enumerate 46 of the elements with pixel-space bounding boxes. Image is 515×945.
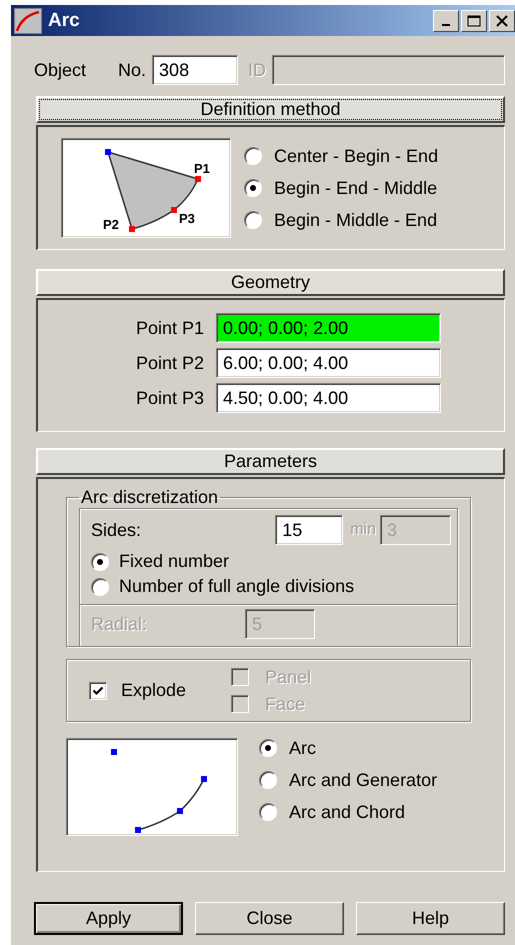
text-field[interactable]: 6.00; 0.00; 4.00 <box>216 348 441 378</box>
text-field[interactable]: 4.50; 0.00; 4.00 <box>216 383 441 413</box>
point-label: P3 <box>179 211 195 226</box>
text-field[interactable]: 0.00; 0.00; 2.00 <box>216 313 441 343</box>
point-label: P1 <box>194 161 210 176</box>
close-button[interactable] <box>489 10 515 32</box>
checkbox[interactable] <box>89 682 107 700</box>
group-title: Arc discretization <box>80 488 220 508</box>
minimize-button[interactable] <box>433 10 459 32</box>
minimize-icon <box>442 24 450 26</box>
radio-label[interactable]: Arc and Generator <box>289 770 438 790</box>
number-label: No. <box>118 60 146 80</box>
point-label: Point P2 <box>134 352 204 374</box>
radio-button[interactable] <box>91 578 109 596</box>
text-field[interactable]: 15 <box>275 515 344 545</box>
section-header[interactable]: Definition method <box>36 96 505 123</box>
maximize-button[interactable] <box>461 10 487 32</box>
radio-label[interactable]: Begin - End - Middle <box>274 178 438 198</box>
window-title: Arc <box>48 10 81 32</box>
radio-button[interactable] <box>259 739 277 757</box>
radio-button[interactable] <box>244 179 262 197</box>
radio-button[interactable] <box>244 211 262 229</box>
point-label: Point P3 <box>134 388 204 408</box>
radio-label[interactable]: Arc and Chord <box>289 802 406 822</box>
radio-label[interactable]: Begin - Middle - End <box>274 210 438 230</box>
arc-icon <box>14 8 42 34</box>
radio-label[interactable]: Fixed number <box>119 551 230 572</box>
dialog-button[interactable]: Close <box>195 902 344 935</box>
section-header[interactable]: Geometry <box>36 269 505 296</box>
text-field[interactable]: 308 <box>152 55 238 85</box>
section-header[interactable]: Parameters <box>36 448 505 475</box>
radio-button[interactable] <box>259 771 277 789</box>
point-label: P2 <box>103 217 119 232</box>
point-label: Point P1 <box>134 318 204 338</box>
radio-button[interactable] <box>91 552 109 570</box>
radio-label[interactable]: Arc <box>289 738 316 758</box>
object-label: Object <box>34 60 86 80</box>
dialog-button[interactable]: Apply <box>34 902 184 935</box>
check-icon <box>92 684 104 696</box>
radio-button[interactable] <box>259 803 277 821</box>
checkbox-label[interactable]: Explode <box>121 680 186 701</box>
radio-button[interactable] <box>244 147 262 165</box>
sides-label: Sides: <box>91 520 142 540</box>
radio-label[interactable]: Center - Begin - End <box>274 146 438 166</box>
dialog-button[interactable]: Help <box>356 902 506 935</box>
radio-label[interactable]: Number of full angle divisions <box>119 576 354 597</box>
